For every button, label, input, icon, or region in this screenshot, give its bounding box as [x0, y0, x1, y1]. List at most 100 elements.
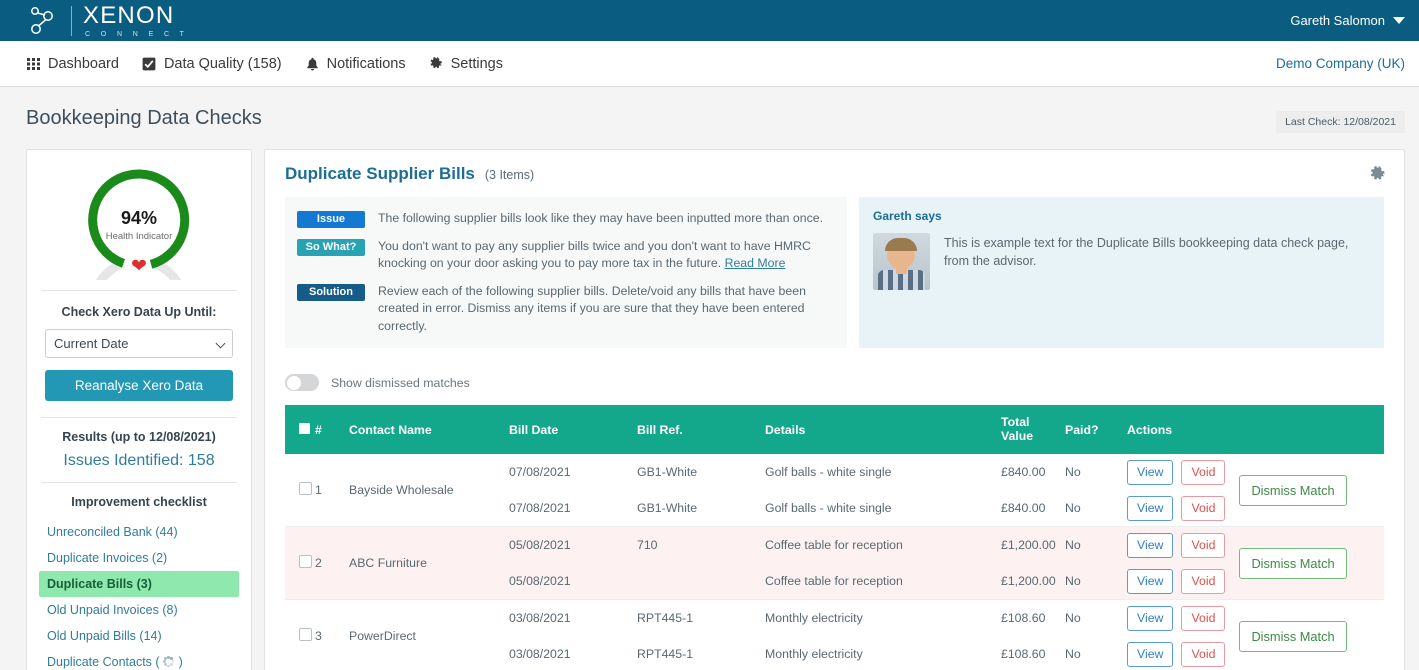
dismissed-toggle-row: Show dismissed matches: [285, 374, 1384, 392]
date-filter-select[interactable]: Current Date: [45, 329, 233, 358]
nav-label-notifications: Notifications: [326, 55, 406, 72]
row-checkbox[interactable]: [299, 555, 312, 569]
loading-spinner-icon: [163, 656, 175, 668]
void-button[interactable]: Void: [1181, 605, 1226, 631]
row-bill-refs: 710: [637, 527, 765, 600]
dismiss-match-button[interactable]: Dismiss Match: [1239, 620, 1347, 652]
reanalyse-button[interactable]: Reanalyse Xero Data: [45, 370, 233, 401]
bill-ref-0: 710: [637, 538, 658, 553]
checklist-item-1[interactable]: Duplicate Invoices (2): [39, 545, 239, 571]
results-title: Results (up to 12/08/2021): [62, 430, 216, 444]
bill-action-line-1: View Void: [1127, 490, 1226, 526]
void-button[interactable]: Void: [1181, 532, 1226, 558]
bill-ref-1: [637, 563, 765, 599]
nav-item-settings[interactable]: Settings: [429, 56, 503, 72]
table-header-total-value: Total Value: [1001, 405, 1065, 455]
view-button[interactable]: View: [1127, 605, 1174, 631]
dismiss-match-button[interactable]: Dismiss Match: [1239, 547, 1347, 579]
page-body: 94% Health Indicator ❤ Check Xero Data U…: [0, 149, 1419, 670]
checklist-item-label: Duplicate Invoices (2): [47, 551, 168, 565]
nav-item-dashboard[interactable]: Dashboard: [26, 56, 119, 72]
bill-paid-1: No: [1065, 574, 1081, 589]
panel-item-count: (3 Items): [484, 168, 535, 182]
bill-details-1: Golf balls - white single: [765, 501, 892, 516]
brand-logo[interactable]: XENON C O N N E C T: [26, 3, 188, 38]
nav-item-data-quality[interactable]: Data Quality (158): [142, 56, 282, 72]
bill-date-1: 03/08/2021: [509, 647, 571, 662]
table-header-bill-ref: Bill Ref.: [637, 405, 765, 455]
top-brand-bar: XENON C O N N E C T Gareth Salomon: [0, 0, 1419, 41]
show-dismissed-toggle[interactable]: [285, 374, 319, 392]
advisor-title: Gareth says: [873, 209, 942, 223]
checklist-item-2[interactable]: Duplicate Bills (3): [39, 571, 239, 597]
badge-issue: Issue: [297, 211, 365, 228]
table-body: 1 Bayside Wholesale 07/08/2021 07/08/2021 GB…: [285, 454, 1384, 670]
void-button[interactable]: Void: [1181, 568, 1226, 594]
page-header: Bookkeeping Data Checks Last Check: 12/0…: [0, 87, 1419, 149]
row-total-values: £1,200.00 £1,200.00: [1001, 527, 1065, 600]
date-filter-title: Check Xero Data Up Until:: [61, 305, 217, 319]
checklist-item-3[interactable]: Old Unpaid Invoices (8): [39, 597, 239, 623]
checklist-item-4[interactable]: Old Unpaid Bills (14): [39, 623, 239, 649]
bill-ref-1: RPT445-1: [637, 647, 694, 662]
row-total-values: £840.00 £840.00: [1001, 454, 1065, 527]
void-button[interactable]: Void: [1181, 459, 1226, 485]
row-bill-dates: 03/08/2021 03/08/2021: [509, 600, 637, 670]
checklist-items: Unreconciled Bank (44) Duplicate Invoices…: [27, 519, 251, 670]
bill-paid-1: No: [1065, 647, 1081, 662]
panel-title: Duplicate Supplier Bills: [285, 164, 475, 183]
health-gauge: 94% Health Indicator ❤: [87, 168, 191, 280]
info-line-sowhat: So What? You don't want to pay any suppl…: [297, 238, 833, 273]
checklist-item-0[interactable]: Unreconciled Bank (44): [39, 519, 239, 545]
bill-total-value-1: £1,200.00: [1001, 574, 1056, 589]
gear-icon: [429, 56, 444, 71]
row-details: Golf balls - white single Golf balls - wh…: [765, 454, 1001, 527]
checklist-title: Improvement checklist: [71, 495, 207, 509]
row-details: Coffee table for reception Coffee table f…: [765, 527, 1001, 600]
view-button[interactable]: View: [1127, 459, 1174, 485]
row-actions-cell: View Void View Void Dismiss Match: [1127, 600, 1384, 670]
sidebar-card: 94% Health Indicator ❤ Check Xero Data U…: [26, 149, 252, 670]
bill-date-1: 07/08/2021: [509, 501, 571, 516]
view-button[interactable]: View: [1127, 495, 1174, 521]
last-check-badge: Last Check: 12/08/2021: [1276, 111, 1405, 133]
info-text-solution: Review each of the following supplier bi…: [378, 283, 806, 333]
main-panel: Duplicate Supplier Bills (3 Items) Issue…: [264, 149, 1405, 670]
bill-paid-0: No: [1065, 538, 1081, 553]
bill-total-value-1: £840.00: [1001, 501, 1046, 516]
view-button[interactable]: View: [1127, 641, 1174, 667]
row-actions-cell: View Void View Void Dismiss Match: [1127, 527, 1384, 600]
row-number: 1: [315, 483, 322, 498]
void-button[interactable]: Void: [1181, 641, 1226, 667]
read-more-link[interactable]: Read More: [725, 256, 786, 270]
checklist-item-5[interactable]: Duplicate Contacts (): [39, 649, 239, 670]
view-button[interactable]: View: [1127, 532, 1174, 558]
table-header-contact-name: Contact Name: [349, 405, 509, 455]
row-select-cell: [285, 454, 315, 527]
gear-icon[interactable]: [1369, 166, 1386, 187]
table-header-details: Details: [765, 405, 1001, 455]
company-link[interactable]: Demo Company (UK): [1276, 56, 1405, 71]
nav-item-notifications[interactable]: Notifications: [305, 56, 406, 72]
bill-ref-0: RPT445-1: [637, 611, 694, 626]
table-header-select-all[interactable]: [285, 405, 315, 455]
badge-solution: Solution: [297, 283, 365, 301]
row-checkbox[interactable]: [299, 482, 312, 496]
bill-paid-1: No: [1065, 501, 1081, 516]
row-checkbox[interactable]: [299, 628, 312, 642]
dismiss-match-button[interactable]: Dismiss Match: [1239, 474, 1347, 506]
bill-details-0: Monthly electricity: [765, 611, 863, 626]
select-all-checkbox[interactable]: [299, 422, 310, 434]
checklist-item-label: Old Unpaid Invoices (8): [47, 603, 178, 617]
bill-ref-1: GB1-White: [637, 501, 698, 516]
row-paid-flags: No No: [1065, 600, 1127, 670]
table-header: # Contact Name Bill Date Bill Ref. Detai…: [285, 405, 1384, 455]
row-bill-refs: GB1-White GB1-White: [637, 454, 765, 527]
health-percent: 94%: [120, 208, 158, 228]
bill-total-value-0: £1,200.00: [1001, 538, 1056, 553]
table-row: 2 ABC Furniture 05/08/2021 05/08/2021 710 Cof…: [285, 526, 1384, 600]
user-menu[interactable]: Gareth Salomon: [1290, 13, 1405, 28]
molecule-icon: [31, 6, 53, 34]
void-button[interactable]: Void: [1181, 495, 1226, 521]
view-button[interactable]: View: [1127, 568, 1174, 594]
